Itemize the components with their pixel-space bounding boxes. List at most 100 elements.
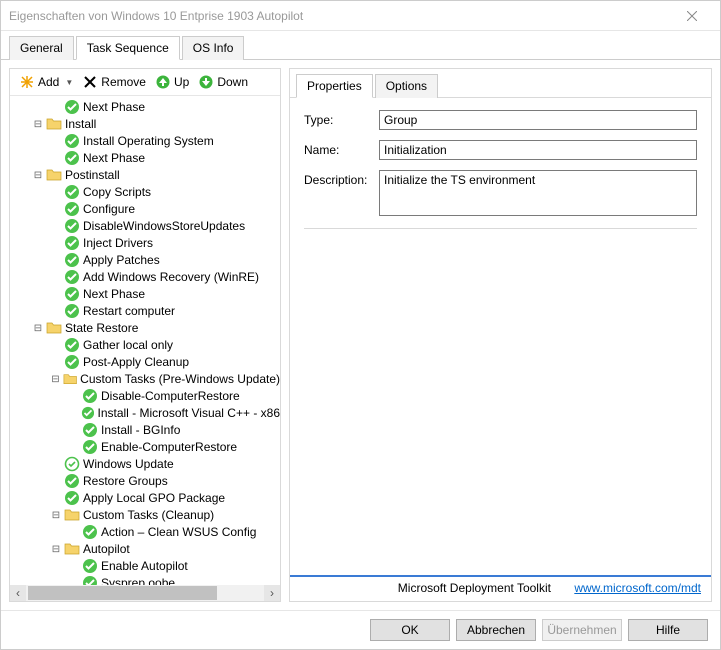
tree-item[interactable]: Restart computer [12, 303, 280, 319]
cancel-button[interactable]: Abbrechen [456, 619, 536, 641]
tree-item[interactable]: Next Phase [12, 99, 280, 115]
tree-item[interactable]: Copy Scripts [12, 184, 280, 200]
properties-form: Type: Name: Description: [290, 98, 711, 575]
tree-item-label: Postinstall [65, 168, 120, 182]
tree-item[interactable]: ⊟Install [12, 116, 280, 132]
expand-icon [50, 254, 62, 266]
up-button[interactable]: Up [152, 73, 193, 91]
help-button[interactable]: Hilfe [628, 619, 708, 641]
expand-icon [50, 220, 62, 232]
expand-icon[interactable]: ⊟ [50, 543, 62, 555]
chevron-down-icon: ▼ [65, 78, 73, 87]
scroll-left-icon[interactable]: ‹ [10, 585, 26, 601]
tree-item[interactable]: Windows Update [12, 456, 280, 472]
description-field[interactable] [379, 170, 697, 216]
remove-icon [83, 75, 97, 89]
expand-icon [68, 407, 79, 419]
tree-item-label: Restart computer [83, 304, 175, 318]
expand-icon [50, 203, 62, 215]
check-icon [82, 422, 98, 438]
expand-icon [50, 356, 62, 368]
expand-icon [68, 526, 80, 538]
tree-item[interactable]: Inject Drivers [12, 235, 280, 251]
horizontal-scrollbar[interactable]: ‹ › [10, 585, 280, 601]
close-icon[interactable] [672, 2, 712, 30]
tree-item-label: Gather local only [83, 338, 173, 352]
expand-icon [50, 492, 62, 504]
tree-item[interactable]: Enable Autopilot [12, 558, 280, 574]
expand-icon [50, 339, 62, 351]
scroll-right-icon[interactable]: › [264, 585, 280, 601]
remove-label: Remove [101, 75, 146, 89]
add-button[interactable]: Add ▼ [16, 73, 77, 91]
tree-item[interactable]: ⊟Custom Tasks (Cleanup) [12, 507, 280, 523]
apply-button: Übernehmen [542, 619, 622, 641]
tree-item[interactable]: Install Operating System [12, 133, 280, 149]
tab-task-sequence[interactable]: Task Sequence [76, 36, 180, 60]
tree-item[interactable]: ⊟ Autopilot [12, 541, 280, 557]
tree-item[interactable]: Post-Apply Cleanup [12, 354, 280, 370]
ok-button[interactable]: OK [370, 619, 450, 641]
tree-item[interactable]: ⊟Custom Tasks (Pre-Windows Update) [12, 371, 280, 387]
expand-icon[interactable]: ⊟ [32, 169, 44, 181]
tree-item[interactable]: DisableWindowsStoreUpdates [12, 218, 280, 234]
tree-item[interactable]: Sysprep oobe [12, 575, 280, 585]
check-icon [64, 235, 80, 251]
check-icon [82, 388, 98, 404]
expand-icon[interactable]: ⊟ [50, 509, 62, 521]
up-label: Up [174, 75, 189, 89]
tree-item[interactable]: ⊟ Postinstall [12, 167, 280, 183]
tab-os-info[interactable]: OS Info [182, 36, 245, 60]
down-label: Down [217, 75, 248, 89]
tree-item-label: Inject Drivers [83, 236, 153, 250]
expand-icon [50, 135, 62, 147]
tree-view[interactable]: Next Phase ⊟Install Install Operating Syst… [10, 96, 280, 585]
tree-item[interactable]: Gather local only [12, 337, 280, 353]
expand-icon[interactable]: ⊟ [50, 373, 61, 385]
expand-icon[interactable]: ⊟ [32, 118, 44, 130]
tree-item[interactable]: Install - BGInfo [12, 422, 280, 438]
tab-properties[interactable]: Properties [296, 74, 373, 98]
remove-button[interactable]: Remove [79, 73, 150, 91]
check-icon [81, 405, 95, 421]
tree-item-label: Install - BGInfo [101, 423, 180, 437]
tree-item[interactable]: Install - Microsoft Visual C++ - x86 [12, 405, 280, 421]
titlebar: Eigenschaften von Windows 10 Entprise 19… [1, 1, 720, 31]
tab-general[interactable]: General [9, 36, 74, 60]
add-icon [20, 75, 34, 89]
expand-icon [50, 458, 62, 470]
tree-item-label: Post-Apply Cleanup [83, 355, 189, 369]
scroll-thumb[interactable] [28, 586, 217, 600]
tree-item[interactable]: Action – Clean WSUS Config [12, 524, 280, 540]
name-field[interactable] [379, 140, 697, 160]
tree-item-label: Autopilot [83, 542, 130, 556]
check-icon [64, 218, 80, 234]
tree-item[interactable]: Configure [12, 201, 280, 217]
expand-icon [50, 186, 62, 198]
tree-item[interactable]: Next Phase [12, 286, 280, 302]
tree-item[interactable]: ⊟State Restore [12, 320, 280, 336]
window-title: Eigenschaften von Windows 10 Entprise 19… [9, 9, 672, 23]
check-icon [64, 201, 80, 217]
type-field [379, 110, 697, 130]
tree-item[interactable]: Apply Local GPO Package [12, 490, 280, 506]
tree-item[interactable]: Enable-ComputerRestore [12, 439, 280, 455]
add-label: Add [38, 75, 59, 89]
main-tabstrip: General Task Sequence OS Info [1, 31, 720, 60]
folder-icon [64, 541, 80, 557]
expand-icon [50, 152, 62, 164]
tree-item-label: Next Phase [83, 100, 145, 114]
down-button[interactable]: Down [195, 73, 252, 91]
tree-item[interactable]: Restore Groups [12, 473, 280, 489]
expand-icon[interactable]: ⊟ [32, 322, 44, 334]
tree-item[interactable]: Apply Patches [12, 252, 280, 268]
tree-item[interactable]: Next Phase [12, 150, 280, 166]
expand-icon [68, 424, 80, 436]
tree-item[interactable]: Add Windows Recovery (WinRE) [12, 269, 280, 285]
footer-link[interactable]: www.microsoft.com/mdt [574, 581, 701, 595]
expand-icon [50, 475, 62, 487]
tab-options[interactable]: Options [375, 74, 438, 98]
expand-icon [50, 271, 62, 283]
tree-item-label: Install Operating System [83, 134, 214, 148]
tree-item[interactable]: Disable-ComputerRestore [12, 388, 280, 404]
